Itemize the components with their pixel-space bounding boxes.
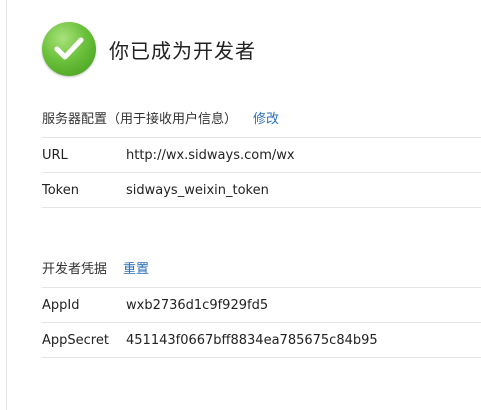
token-value: sidways_weixin_token	[126, 182, 269, 198]
server-config-table: URL http://wx.sidways.com/wx Token sidwa…	[42, 137, 481, 208]
appsecret-value: 451143f0667bff8834ea785675c84b95	[126, 332, 378, 348]
server-config-title: 服务器配置（用于接收用户信息）	[42, 111, 238, 127]
left-divider	[6, 0, 7, 410]
appid-value: wxb2736d1c9f929fd5	[126, 297, 269, 313]
table-row: AppSecret 451143f0667bff8834ea785675c84b…	[42, 323, 481, 358]
url-label: URL	[42, 147, 68, 163]
page-title: 你已成为开发者	[109, 38, 256, 63]
table-row: URL http://wx.sidways.com/wx	[42, 138, 481, 173]
table-row: AppId wxb2736d1c9f929fd5	[42, 288, 481, 323]
url-value: http://wx.sidways.com/wx	[126, 147, 295, 163]
appid-label: AppId	[42, 297, 80, 313]
credentials-title: 开发者凭据	[42, 261, 108, 277]
server-config-section: 服务器配置（用于接收用户信息） 修改 URL http://wx.sidways…	[42, 107, 481, 208]
page-header: 你已成为开发者	[42, 22, 256, 76]
server-config-header: 服务器配置（用于接收用户信息） 修改	[42, 107, 481, 127]
reset-credentials-link[interactable]: 重置	[123, 258, 149, 277]
appsecret-label: AppSecret	[42, 332, 109, 348]
developer-page: 你已成为开发者 服务器配置（用于接收用户信息） 修改 URL http://wx…	[0, 0, 481, 410]
token-label: Token	[42, 182, 79, 198]
credentials-section: 开发者凭据 重置 AppId wxb2736d1c9f929fd5 AppSec…	[42, 257, 481, 358]
main-content: 你已成为开发者 服务器配置（用于接收用户信息） 修改 URL http://wx…	[30, 0, 481, 410]
check-circle-icon	[42, 22, 96, 76]
edit-server-config-link[interactable]: 修改	[253, 108, 279, 127]
table-row: Token sidways_weixin_token	[42, 173, 481, 208]
credentials-table: AppId wxb2736d1c9f929fd5 AppSecret 45114…	[42, 287, 481, 358]
credentials-header: 开发者凭据 重置	[42, 257, 481, 277]
